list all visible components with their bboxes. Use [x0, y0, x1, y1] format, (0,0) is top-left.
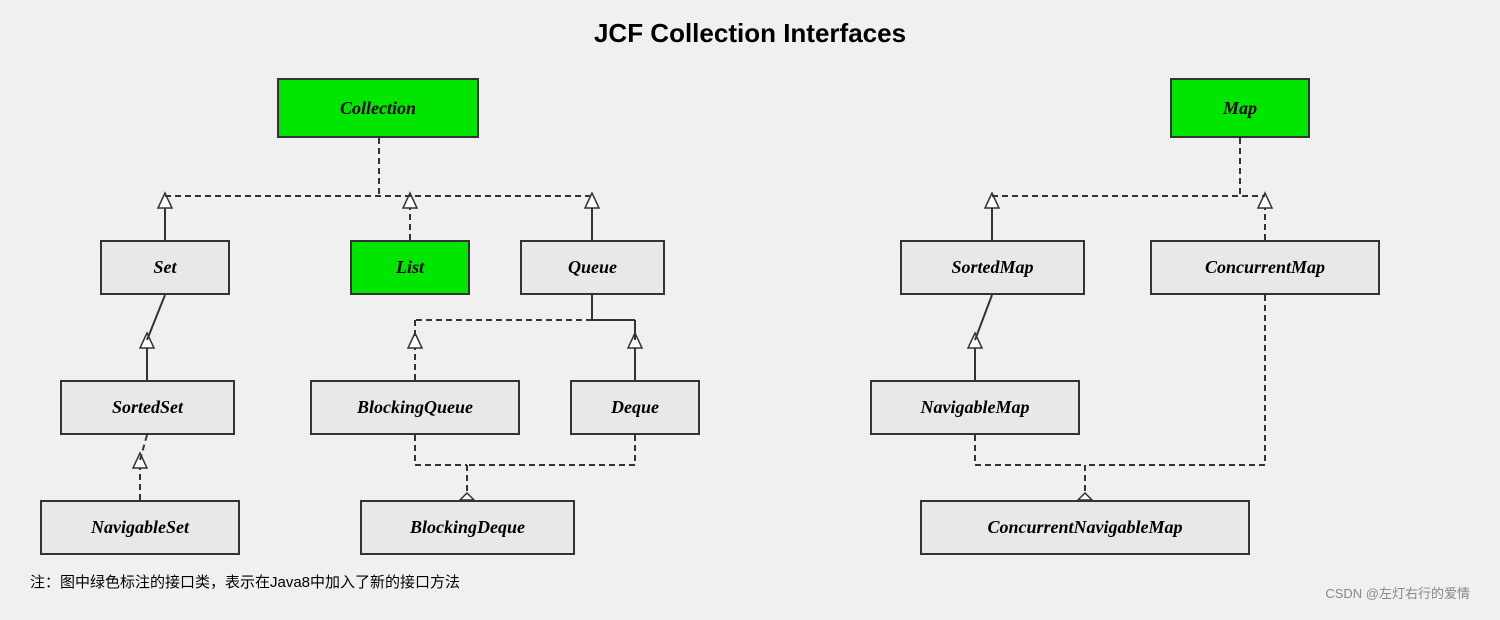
- node-list: List: [350, 240, 470, 295]
- node-blocking-deque: BlockingDeque: [360, 500, 575, 555]
- node-sorted-set: SortedSet: [60, 380, 235, 435]
- diagram-container: JCF Collection Interfaces Collection Set…: [0, 0, 1500, 620]
- note-text: 注：图中绿色标注的接口类，表示在Java8中加入了新的接口方法: [30, 571, 460, 592]
- node-deque: Deque: [570, 380, 700, 435]
- diagram-title: JCF Collection Interfaces: [0, 0, 1500, 59]
- node-set: Set: [100, 240, 230, 295]
- node-concurrent-map: ConcurrentMap: [1150, 240, 1380, 295]
- node-map: Map: [1170, 78, 1310, 138]
- node-navigable-map: NavigableMap: [870, 380, 1080, 435]
- node-blocking-queue: BlockingQueue: [310, 380, 520, 435]
- node-concurrent-navigable-map: ConcurrentNavigableMap: [920, 500, 1250, 555]
- node-navigable-set: NavigableSet: [40, 500, 240, 555]
- node-collection: Collection: [277, 78, 479, 138]
- watermark: CSDN @左灯右行的爱情: [1325, 583, 1470, 602]
- node-queue: Queue: [520, 240, 665, 295]
- node-sorted-map: SortedMap: [900, 240, 1085, 295]
